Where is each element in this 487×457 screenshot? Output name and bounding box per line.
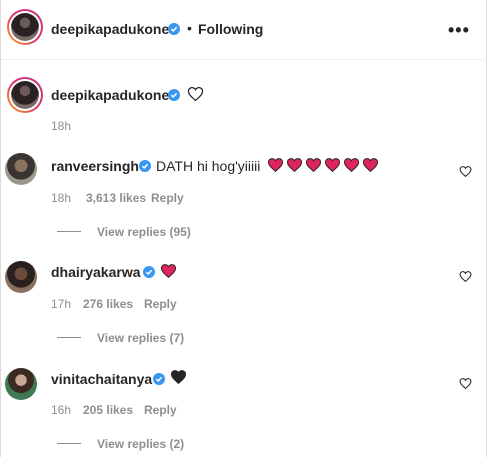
reply-button[interactable]: Reply bbox=[151, 191, 184, 205]
comment-username[interactable]: vinitachaitanya bbox=[51, 371, 152, 387]
replies-divider bbox=[57, 443, 81, 444]
view-replies-button[interactable]: View replies (95) bbox=[97, 225, 191, 239]
caption-username[interactable]: deepikapadukone bbox=[51, 87, 169, 103]
heart-outline-icon[interactable] bbox=[459, 377, 472, 390]
replies-divider bbox=[57, 231, 81, 232]
replies-divider bbox=[57, 337, 81, 338]
verified-badge-icon bbox=[143, 266, 155, 278]
comment-time: 16h bbox=[51, 403, 72, 417]
verified-badge-icon bbox=[168, 23, 180, 35]
heart-emoji-icon bbox=[343, 157, 360, 172]
header-username[interactable]: deepikapadukone bbox=[51, 21, 169, 37]
reply-button[interactable]: Reply bbox=[144, 403, 177, 417]
verified-badge-icon bbox=[168, 89, 180, 101]
commenter-avatar[interactable] bbox=[5, 368, 37, 400]
comment-hearts bbox=[267, 156, 381, 174]
heart-outline-icon[interactable] bbox=[459, 165, 472, 178]
commenter-avatar[interactable] bbox=[5, 261, 37, 293]
caption-avatar[interactable] bbox=[7, 77, 43, 113]
comment-time: 18h bbox=[51, 191, 72, 205]
heart-emoji-icon bbox=[267, 157, 284, 172]
post-comments-panel: deepikapadukone • Following ••• deepikap… bbox=[0, 0, 487, 457]
verified-badge-icon bbox=[153, 373, 165, 385]
heart-emoji-icon bbox=[362, 157, 379, 172]
more-options-icon[interactable]: ••• bbox=[448, 20, 470, 41]
heart-outline-icon[interactable] bbox=[459, 270, 472, 283]
heart-emoji-icon bbox=[324, 157, 341, 172]
comment-hearts bbox=[160, 262, 179, 280]
comment-username[interactable]: dhairyakarwa bbox=[51, 264, 141, 280]
caption-time: 18h bbox=[51, 119, 72, 133]
post-header: deepikapadukone • Following ••• bbox=[1, 0, 487, 60]
comment-likes[interactable]: 276 likes bbox=[83, 297, 133, 311]
heart-emoji-icon bbox=[286, 157, 303, 172]
caption-heart-icon bbox=[187, 86, 204, 102]
comment-username[interactable]: ranveersingh bbox=[51, 158, 139, 174]
heart-emoji-icon bbox=[160, 263, 177, 278]
commenter-avatar[interactable] bbox=[5, 153, 37, 185]
comment-hearts bbox=[170, 368, 189, 386]
comment-likes[interactable]: 205 likes bbox=[83, 403, 133, 417]
comment-time: 17h bbox=[51, 297, 72, 311]
header-avatar[interactable] bbox=[7, 9, 43, 45]
comment-text: DATH hi hog'yiiiii bbox=[156, 158, 261, 174]
view-replies-button[interactable]: View replies (7) bbox=[97, 331, 184, 345]
heart-emoji-icon bbox=[305, 157, 322, 172]
verified-badge-icon bbox=[139, 160, 151, 172]
comment-likes[interactable]: 3,613 likes bbox=[86, 191, 146, 205]
reply-button[interactable]: Reply bbox=[144, 297, 177, 311]
view-replies-button[interactable]: View replies (2) bbox=[97, 437, 184, 451]
heart-emoji-icon bbox=[170, 369, 187, 384]
header-separator: • bbox=[187, 20, 192, 36]
following-button[interactable]: Following bbox=[198, 21, 263, 37]
